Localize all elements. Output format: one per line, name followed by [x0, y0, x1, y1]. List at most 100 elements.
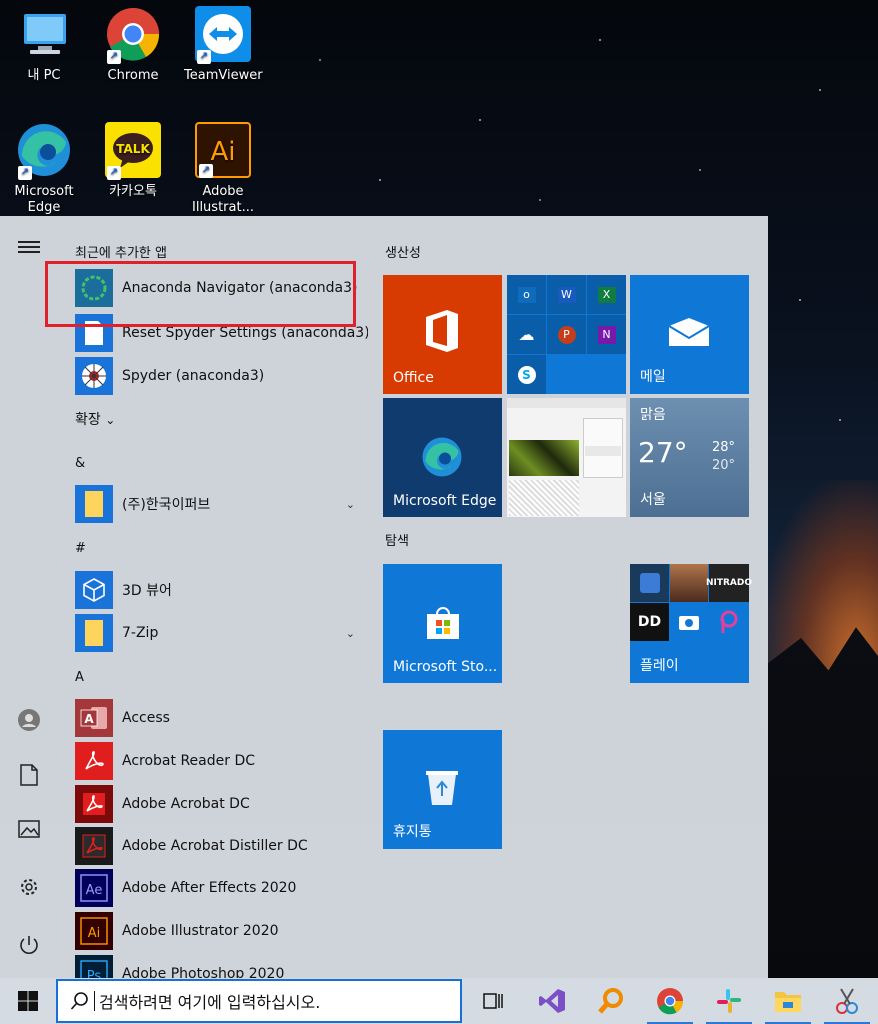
settings-icon[interactable] — [16, 876, 42, 902]
app-7zip-folder[interactable]: 7-Zip ⌄ — [75, 613, 365, 653]
onenote-icon: N — [587, 315, 626, 354]
app-after-effects[interactable]: Ae Adobe After Effects 2020 — [75, 868, 365, 908]
tile-play[interactable]: NITRADO DD 플레이 — [630, 564, 752, 683]
folder-icon — [75, 614, 113, 652]
app-acrobat-dc[interactable]: Adobe Acrobat DC — [75, 784, 365, 824]
slack-icon[interactable] — [706, 984, 752, 1024]
anaconda-icon — [75, 269, 113, 307]
chrome-icon: ↗ — [105, 6, 161, 64]
tile-office[interactable]: Office — [383, 275, 502, 394]
tile-web-preview[interactable] — [507, 398, 626, 517]
app-access[interactable]: A Access — [75, 698, 365, 738]
store-icon — [427, 607, 459, 639]
group-letter[interactable]: & — [75, 456, 85, 471]
recycle-bin-icon — [426, 771, 458, 805]
dolby-icon: DD — [630, 603, 669, 641]
app-acrobat-reader[interactable]: Acrobat Reader DC — [75, 741, 365, 781]
svg-text:Ae: Ae — [86, 883, 103, 898]
task-view-icon[interactable] — [476, 984, 510, 1018]
hamburger-icon[interactable] — [16, 238, 42, 264]
tile-group-title: 탐색 — [385, 534, 409, 549]
expand-toggle[interactable]: 확장 ⌄ — [75, 409, 115, 429]
desktop-icon-edge[interactable]: ↗ Microsoft Edge — [5, 122, 83, 215]
app-korea-epub-folder[interactable]: (주)한국이퍼브 ⌄ — [75, 484, 365, 524]
tile-label: Office — [393, 370, 434, 386]
start-rail — [0, 216, 58, 978]
svg-text:TALK: TALK — [116, 142, 150, 156]
tile-edge[interactable]: Microsoft Edge — [383, 398, 502, 517]
app-label: Spyder (anaconda3) — [122, 368, 265, 384]
tile-office-apps[interactable]: o W X ☁ P N S — [507, 275, 626, 394]
visual-studio-icon[interactable] — [535, 984, 569, 1018]
weather-low: 20° — [712, 458, 736, 473]
svg-text:Ps: Ps — [87, 969, 102, 978]
taskbar-search[interactable]: 검색하려면 여기에 입력하십시오. — [56, 979, 462, 1023]
tile-label: Microsoft Edge — [393, 493, 497, 509]
file-explorer-icon[interactable] — [765, 984, 811, 1024]
nitrado-thumbnail: NITRADO — [706, 564, 752, 602]
tile-label: 메일 — [640, 369, 666, 385]
folder-icon — [75, 485, 113, 523]
document-icon[interactable] — [16, 764, 42, 790]
group-letter[interactable]: # — [75, 541, 86, 556]
group-letter[interactable]: A — [75, 670, 84, 685]
outlook-icon: o — [507, 275, 546, 314]
svg-text:A: A — [84, 712, 94, 726]
app-label: Adobe Acrobat DC — [122, 796, 250, 812]
chrome-icon[interactable] — [647, 984, 693, 1024]
tile-weather[interactable]: 맑음 27° 28° 20° 서울 — [630, 398, 749, 517]
app-acrobat-distiller[interactable]: Adobe Acrobat Distiller DC — [75, 826, 365, 866]
app-label: Adobe Photoshop 2020 — [122, 966, 285, 978]
shortcut-arrow-icon: ↗ — [107, 50, 121, 64]
office-icon — [426, 310, 458, 352]
tile-store[interactable]: Microsoft Sto... — [383, 564, 502, 683]
svg-text:Ai: Ai — [88, 926, 101, 941]
weather-high: 28° — [712, 440, 736, 455]
tile-recycle-bin[interactable]: 휴지통 — [383, 730, 502, 849]
desktop-icon-kakaotalk[interactable]: TALK ↗ 카카오톡 — [94, 122, 172, 200]
weather-condition: 맑음 — [640, 407, 666, 423]
text-caret — [94, 991, 95, 1011]
shortcut-arrow-icon: ↗ — [107, 166, 121, 180]
windows-icon — [18, 991, 38, 1011]
desktop-icon-chrome[interactable]: ↗ Chrome — [94, 6, 172, 84]
word-icon: W — [547, 275, 586, 314]
desktop-icon-illustrator[interactable]: Ai ↗ Adobe Illustrat... — [184, 122, 262, 215]
desktop-icon-label: Adobe Illustrat... — [192, 184, 254, 215]
app-3d-viewer[interactable]: 3D 뷰어 — [75, 570, 365, 610]
power-icon[interactable] — [16, 934, 42, 960]
start-menu: 최근에 추가한 앱 Anaconda Navigator (anaconda3)… — [0, 216, 768, 978]
app-label: Adobe Acrobat Distiller DC — [122, 838, 308, 854]
user-icon[interactable] — [16, 708, 42, 734]
tile-area: 생산성 Office o W X ☁ P N S 메일 Microsoft Ed… — [383, 216, 768, 978]
shortcut-arrow-icon: ↗ — [18, 166, 32, 180]
chevron-down-icon: ⌄ — [105, 413, 116, 427]
app-reset-spyder[interactable]: Reset Spyder Settings (anaconda3) — [75, 313, 368, 353]
desktop-icon-label: TeamViewer — [184, 68, 263, 83]
skype-icon: S — [507, 355, 546, 394]
desktop-icon-teamviewer[interactable]: ↗ TeamViewer — [184, 6, 263, 84]
app-photoshop[interactable]: Ps Adobe Photoshop 2020 — [75, 954, 365, 978]
tile-mail[interactable]: 메일 — [630, 275, 749, 394]
snipping-icon[interactable] — [824, 984, 870, 1024]
desktop-icon-this-pc[interactable]: 내 PC — [5, 6, 83, 84]
chevron-down-icon: ⌄ — [345, 626, 355, 640]
search-app-icon[interactable] — [594, 984, 628, 1018]
shortcut-arrow-icon: ↗ — [197, 50, 211, 64]
pictures-icon[interactable] — [16, 820, 42, 846]
shortcut-arrow-icon: ↗ — [199, 164, 213, 178]
app-label: Adobe Illustrator 2020 — [122, 923, 279, 939]
weather-city: 서울 — [640, 492, 666, 508]
tile-label: 휴지통 — [393, 824, 432, 840]
app-illustrator[interactable]: Ai Adobe Illustrator 2020 — [75, 911, 365, 951]
illustrator-icon: Ai ↗ — [195, 122, 251, 178]
app-anaconda-navigator[interactable]: Anaconda Navigator (anaconda3) — [75, 268, 365, 308]
svg-text:Ai: Ai — [210, 137, 235, 167]
edge-icon — [422, 437, 462, 477]
app-spyder[interactable]: Spyder (anaconda3) — [75, 356, 365, 396]
start-button[interactable] — [0, 978, 56, 1024]
access-icon: A — [75, 699, 113, 737]
search-placeholder: 검색하려면 여기에 입력하십시오. — [99, 993, 321, 1012]
tile-label: Microsoft Sto... — [393, 659, 498, 675]
powerpoint-icon: P — [547, 315, 586, 354]
